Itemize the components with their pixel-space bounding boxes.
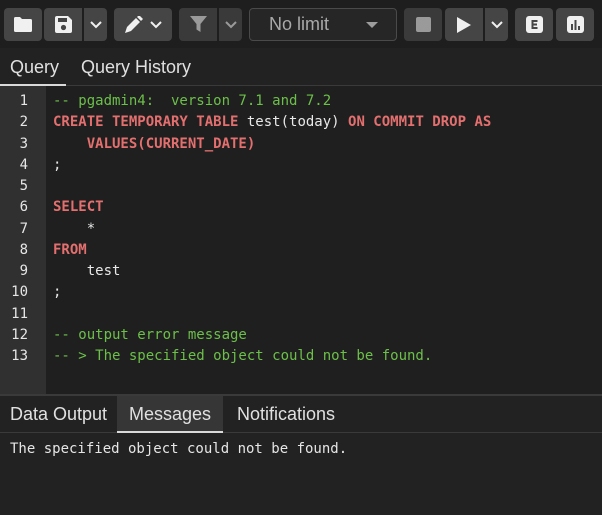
save-options-dropdown[interactable] [84, 8, 107, 41]
code-line: ; [53, 155, 602, 176]
line-number: 4 [19, 156, 28, 173]
explain-analyze-icon [566, 16, 584, 33]
chevron-down-icon [366, 22, 378, 28]
line-number: 9 [19, 263, 28, 279]
filter-options-dropdown[interactable] [219, 8, 242, 41]
open-file-button[interactable] [4, 8, 42, 41]
filter-button[interactable] [179, 8, 217, 41]
line-number: 2 [19, 114, 28, 131]
chevron-down-icon [224, 20, 237, 29]
line-number: 11 [11, 305, 28, 322]
filter-icon [189, 16, 207, 33]
code-line: -- > The specified object could not be f… [53, 346, 602, 367]
cancel-query-button[interactable] [404, 8, 442, 41]
sql-keyword: SELECT [53, 199, 104, 216]
play-icon [457, 16, 471, 33]
edit-button[interactable] [114, 8, 172, 41]
explain-button[interactable] [515, 8, 553, 41]
chevron-down-icon [89, 20, 102, 29]
sql-comment: -- output error message [53, 326, 247, 343]
explain-icon [525, 16, 543, 33]
chevron-down-icon [150, 20, 162, 29]
code-line: SELECT [53, 197, 602, 218]
messages-output: The specified object could not be found. [10, 441, 348, 457]
chevron-down-icon [490, 20, 503, 29]
sql-keyword: FROM [53, 241, 87, 258]
results-tab-bar: Data Output Messages Notifications [0, 396, 602, 433]
sql-keyword: ON COMMIT DROP AS [348, 114, 492, 131]
code-line: FROM [53, 240, 602, 261]
folder-icon [14, 17, 32, 32]
line-number: 1 [19, 93, 28, 109]
code-line: CREATE TEMPORARY TABLE test(today) ON CO… [53, 112, 602, 133]
line-number: 12 [11, 326, 28, 343]
sql-keyword: VALUES(CURRENT_DATE) [86, 135, 256, 152]
code-line: ; [53, 282, 602, 303]
line-number: 5 [19, 178, 28, 194]
stop-icon [415, 17, 431, 32]
tab-data-output[interactable]: Data Output [0, 396, 117, 433]
save-icon [54, 16, 72, 33]
sql-text: * [53, 220, 96, 237]
tab-messages[interactable]: Messages [117, 396, 223, 433]
execute-button[interactable] [445, 8, 483, 41]
sql-text: ; [53, 284, 62, 301]
editor-tab-bar: Query Query History [0, 48, 602, 86]
query-toolbar: No limit [0, 0, 602, 48]
line-number-gutter: 1 2 3 4 5 6 7 8 9 10 11 12 13 [0, 86, 46, 394]
code-line: VALUES(CURRENT_DATE) [53, 134, 602, 155]
edit-icon [124, 15, 144, 34]
sql-editor[interactable]: 1 2 3 4 5 6 7 8 9 10 11 12 13 -- pgadmin4: version 7… [0, 86, 602, 394]
execute-options-dropdown[interactable] [485, 8, 508, 41]
sql-keyword: CREATE TEMPORARY TABLE [53, 114, 239, 131]
line-number: 6 [19, 199, 28, 216]
code-line: -- pgadmin4: version 7.1 and 7.2 [53, 91, 602, 112]
sql-comment: -- > The specified object could not be f… [53, 348, 433, 364]
sql-code[interactable]: -- pgadmin4: version 7.1 and 7.2 CREATE T… [53, 91, 602, 367]
line-number: 7 [19, 220, 28, 237]
line-number: 13 [11, 348, 28, 364]
code-line: -- output error message [53, 325, 602, 346]
tab-query[interactable]: Query [0, 48, 66, 86]
tab-query-history[interactable]: Query History [71, 48, 201, 86]
sql-text: ; [53, 156, 62, 173]
line-number: 3 [19, 135, 28, 152]
code-line: test [53, 261, 602, 282]
line-number: 8 [19, 241, 28, 258]
save-button[interactable] [44, 8, 82, 41]
sql-comment: -- pgadmin4: version 7.1 and 7.2 [53, 93, 332, 109]
sql-text: test(today) [238, 114, 349, 131]
sql-text: test [53, 263, 121, 279]
rows-limit-select[interactable]: No limit [249, 8, 397, 41]
explain-analyze-button[interactable] [556, 8, 594, 41]
line-number: 10 [11, 284, 28, 301]
code-line: * [53, 219, 602, 240]
rows-limit-value: No limit [269, 14, 330, 34]
tab-notifications[interactable]: Notifications [227, 396, 345, 433]
